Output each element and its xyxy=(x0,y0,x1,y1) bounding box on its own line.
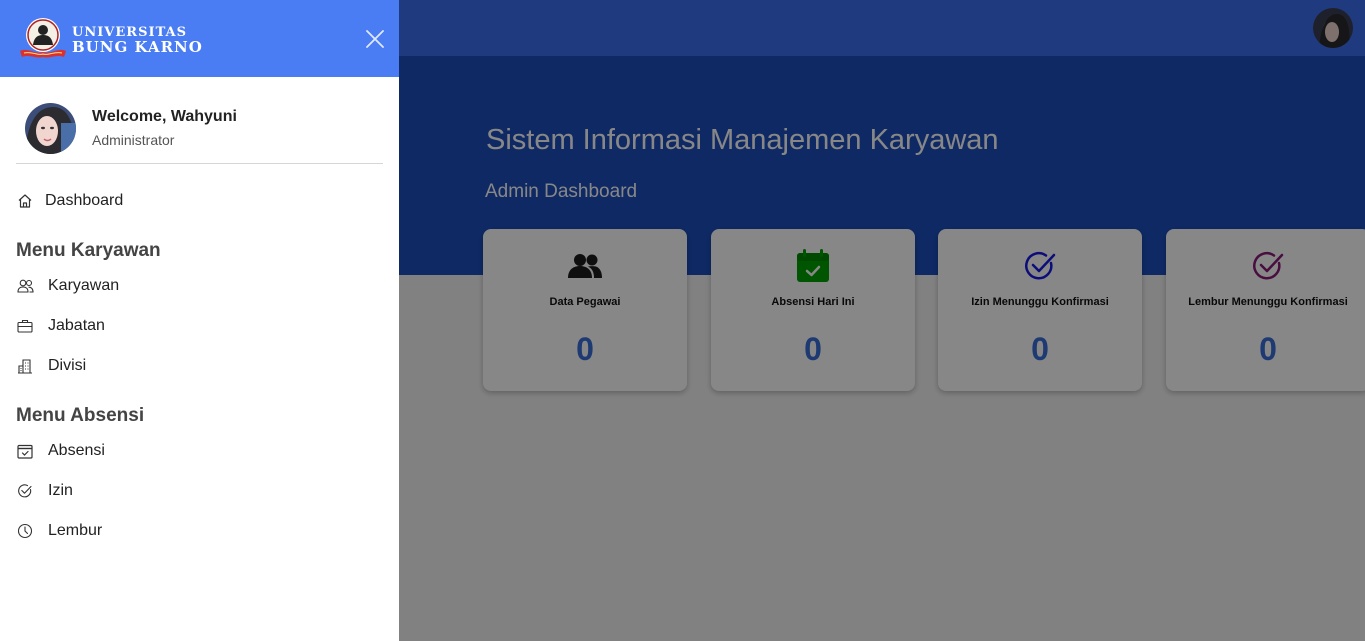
sidebar-item-absensi[interactable]: Absensi xyxy=(16,439,105,463)
home-icon xyxy=(16,192,34,210)
welcome-text: Welcome, Wahyuni xyxy=(92,108,237,125)
sidebar-item-dashboard[interactable]: Dashboard xyxy=(16,189,123,213)
university-logo xyxy=(18,17,68,59)
sidebar-item-label: Divisi xyxy=(48,357,87,374)
sidebar-item-label: Jabatan xyxy=(48,317,105,334)
drawer-header: UNIVERSITAS BUNG KARNO xyxy=(0,0,399,77)
users-icon xyxy=(16,277,34,295)
avatar xyxy=(25,103,76,154)
brand-name: UNIVERSITAS BUNG KARNO xyxy=(72,26,203,56)
sidebar-item-divisi[interactable]: Divisi xyxy=(16,354,86,378)
briefcase-icon xyxy=(16,317,34,335)
user-profile: Welcome, Wahyuni Administrator xyxy=(16,100,383,164)
calendar-check-icon xyxy=(16,442,34,460)
clock-icon xyxy=(16,522,34,540)
sidebar-item-izin[interactable]: Izin xyxy=(16,479,73,503)
sidebar-item-label: Lembur xyxy=(48,522,103,539)
drawer-backdrop[interactable] xyxy=(399,0,1365,641)
close-icon[interactable] xyxy=(364,28,386,50)
section-menu-karyawan: Menu Karyawan xyxy=(16,240,161,261)
sidebar-item-jabatan[interactable]: Jabatan xyxy=(16,314,105,338)
sidebar-item-lembur[interactable]: Lembur xyxy=(16,519,102,543)
sidebar-item-karyawan[interactable]: Karyawan xyxy=(16,274,119,298)
sidebar-item-label: Karyawan xyxy=(48,277,120,294)
sidebar-item-label: Dashboard xyxy=(45,192,124,209)
sidebar-item-label: Absensi xyxy=(48,442,105,459)
section-menu-absensi: Menu Absensi xyxy=(16,405,145,426)
user-role: Administrator xyxy=(92,132,175,148)
sidebar-drawer: UNIVERSITAS BUNG KARNO Welcome, Wahyuni … xyxy=(0,0,399,641)
building-icon xyxy=(16,357,34,375)
brand-line2: BUNG KARNO xyxy=(72,38,203,56)
check-circle-icon xyxy=(16,482,34,500)
sidebar-item-label: Izin xyxy=(48,482,73,499)
